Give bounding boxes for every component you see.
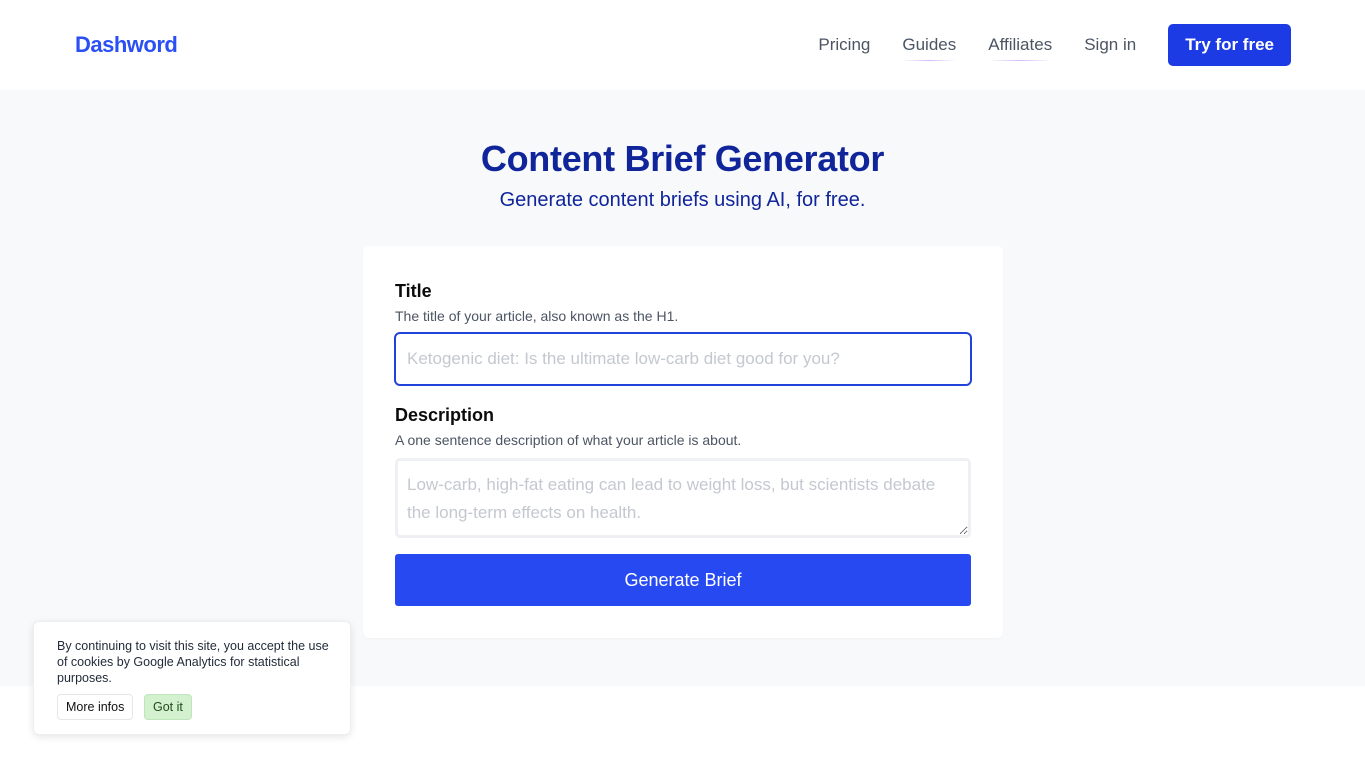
nav-affiliates[interactable]: Affiliates: [988, 35, 1052, 61]
page-subtitle: Generate content briefs using AI, for fr…: [499, 189, 866, 211]
nav-guides[interactable]: Guides: [902, 35, 956, 61]
cookie-text: By continuing to visit this site, you ac…: [57, 639, 329, 685]
nav-sign-in[interactable]: Sign in: [1084, 35, 1136, 55]
cookie-banner: By continuing to visit this site, you ac…: [33, 621, 351, 735]
got-it-button[interactable]: Got it: [144, 694, 192, 720]
brief-form-card: Title The title of your article, also kn…: [363, 246, 1003, 638]
title-hint: The title of your article, also known as…: [395, 308, 679, 324]
generate-brief-button[interactable]: Generate Brief: [395, 554, 971, 606]
site-header: Dashword Pricing Guides Affiliates Sign …: [0, 0, 1365, 90]
logo[interactable]: Dashword: [75, 32, 178, 58]
description-label: Description: [395, 405, 495, 425]
main-section: Content Brief Generator Generate content…: [0, 90, 1365, 686]
main-nav: Pricing Guides Affiliates Sign in Try fo…: [818, 24, 1291, 66]
try-for-free-button[interactable]: Try for free: [1168, 24, 1291, 66]
page-title: Content Brief Generator: [480, 138, 885, 179]
description-input[interactable]: [395, 458, 971, 538]
description-hint: A one sentence description of what your …: [395, 432, 742, 448]
title-label: Title: [395, 281, 432, 301]
nav-pricing[interactable]: Pricing: [818, 35, 870, 55]
title-input[interactable]: [394, 332, 972, 386]
more-infos-button[interactable]: More infos: [57, 694, 134, 720]
